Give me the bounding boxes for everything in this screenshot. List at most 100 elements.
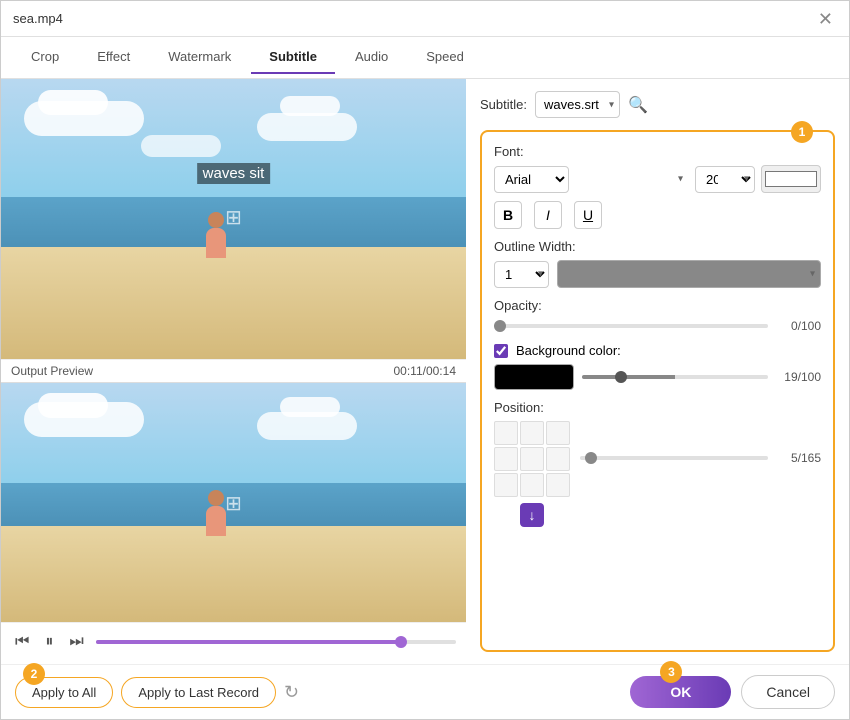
opacity-value: 0/100 bbox=[776, 319, 821, 333]
figure-body-top bbox=[206, 228, 226, 258]
position-value: 5/165 bbox=[776, 451, 821, 465]
tab-effect[interactable]: Effect bbox=[79, 41, 148, 74]
font-size-wrapper: 20 bbox=[695, 166, 755, 193]
pause-button[interactable]: ⏸ bbox=[41, 631, 57, 653]
outline-color-swatch[interactable] bbox=[557, 260, 821, 288]
prev-button[interactable]: ⏮ bbox=[11, 631, 33, 653]
format-row: B I U bbox=[494, 201, 821, 229]
opacity-slider-row: 0/100 bbox=[494, 319, 821, 333]
pos-cell-mc[interactable] bbox=[520, 447, 544, 471]
pos-cell-br[interactable] bbox=[546, 473, 570, 497]
window-title: sea.mp4 bbox=[13, 11, 63, 26]
position-grid-col: ↓ bbox=[494, 421, 570, 527]
figure-top bbox=[206, 212, 226, 258]
outline-width-wrapper: 1 bbox=[494, 261, 549, 288]
opacity-label: Opacity: bbox=[494, 298, 821, 313]
outline-label: Outline Width: bbox=[494, 239, 821, 254]
search-button[interactable]: 🔍 bbox=[628, 95, 648, 115]
cloud-5 bbox=[141, 135, 221, 157]
titlebar: sea.mp4 ✕ bbox=[1, 1, 849, 37]
position-grid bbox=[494, 421, 570, 497]
underline-button[interactable]: U bbox=[574, 201, 602, 229]
pos-down-container: ↓ bbox=[494, 503, 570, 527]
position-slider[interactable] bbox=[580, 456, 768, 460]
cloud-3 bbox=[257, 113, 357, 141]
font-size-select[interactable]: 20 bbox=[695, 166, 755, 193]
next-button[interactable]: ⏭ bbox=[65, 631, 87, 653]
pos-cell-mr[interactable] bbox=[546, 447, 570, 471]
progress-bar[interactable] bbox=[96, 640, 456, 644]
outline-row: 1 bbox=[494, 260, 821, 288]
bg-slider-row: 19/100 bbox=[494, 364, 821, 390]
apply-section: 2 Apply to All Apply to Last Record ↻ bbox=[15, 677, 299, 708]
bold-button[interactable]: B bbox=[494, 201, 522, 229]
position-label: Position: bbox=[494, 400, 821, 415]
trim-icon-bottom: ⊞ bbox=[225, 491, 242, 516]
position-slider-col: 5/165 bbox=[580, 421, 821, 465]
figure-body-bottom bbox=[206, 506, 226, 536]
playback-controls: ⏮ ⏸ ⏭ bbox=[1, 622, 466, 661]
trim-icon-top: ⊞ bbox=[225, 205, 242, 230]
pos-cell-bc[interactable] bbox=[520, 473, 544, 497]
bg-opacity-slider[interactable] bbox=[582, 375, 768, 379]
settings-box: 1 Font: Arial 20 bbox=[480, 130, 835, 652]
progress-thumb bbox=[395, 636, 407, 648]
sand-bottom bbox=[1, 526, 466, 622]
bg-color-swatch[interactable] bbox=[494, 364, 574, 390]
pos-cell-tc[interactable] bbox=[520, 421, 544, 445]
pos-cell-ml[interactable] bbox=[494, 447, 518, 471]
font-label: Font: bbox=[494, 144, 821, 159]
refresh-button[interactable]: ↻ bbox=[284, 682, 299, 703]
sand-top bbox=[1, 247, 466, 359]
opacity-slider[interactable] bbox=[494, 324, 768, 328]
app-window: sea.mp4 ✕ Crop Effect Watermark Subtitle… bbox=[0, 0, 850, 720]
font-row: Arial 20 bbox=[494, 165, 821, 193]
tab-speed[interactable]: Speed bbox=[408, 41, 482, 74]
cloud-2 bbox=[38, 90, 108, 115]
font-family-select[interactable]: Arial bbox=[494, 166, 569, 193]
preview-label: Output Preview 00:11/00:14 bbox=[1, 359, 466, 382]
italic-button[interactable]: I bbox=[534, 201, 562, 229]
subtitle-row: Subtitle: waves.srt 🔍 bbox=[480, 91, 835, 118]
close-button[interactable]: ✕ bbox=[814, 8, 837, 30]
progress-fill bbox=[96, 640, 402, 644]
figure-head-bottom bbox=[208, 490, 224, 506]
figure-bottom bbox=[206, 490, 226, 536]
outline-color-wrapper bbox=[557, 260, 821, 288]
bg-opacity-value: 19/100 bbox=[776, 370, 821, 384]
subtitle-select-wrapper: waves.srt bbox=[535, 91, 620, 118]
subtitle-select[interactable]: waves.srt bbox=[535, 91, 620, 118]
outline-width-select[interactable]: 1 bbox=[494, 261, 549, 288]
main-content: waves sit ⊞ Output Preview 00:11/00:14 bbox=[1, 79, 849, 664]
pos-cell-bl[interactable] bbox=[494, 473, 518, 497]
pos-cell-tl[interactable] bbox=[494, 421, 518, 445]
cancel-button[interactable]: Cancel bbox=[741, 675, 835, 709]
bg-color-checkbox[interactable] bbox=[494, 344, 508, 358]
badge-2: 2 bbox=[23, 663, 45, 685]
badge-1: 1 bbox=[791, 121, 813, 143]
tab-subtitle[interactable]: Subtitle bbox=[251, 41, 335, 74]
apply-last-button[interactable]: Apply to Last Record bbox=[121, 677, 276, 708]
beach-scene-bottom: ⊞ bbox=[1, 383, 466, 622]
time-display: 00:11/00:14 bbox=[393, 364, 456, 378]
tab-watermark[interactable]: Watermark bbox=[150, 41, 249, 74]
pos-down-button[interactable]: ↓ bbox=[520, 503, 544, 527]
subtitle-label: Subtitle: bbox=[480, 97, 527, 112]
subtitle-overlay-top: waves sit bbox=[197, 163, 271, 184]
subtitle-text-top: waves sit bbox=[203, 165, 265, 182]
cloud-b4 bbox=[280, 397, 340, 417]
font-family-wrapper: Arial bbox=[494, 166, 689, 193]
left-panel: waves sit ⊞ Output Preview 00:11/00:14 bbox=[1, 79, 466, 664]
tab-audio[interactable]: Audio bbox=[337, 41, 406, 74]
right-panel: Subtitle: waves.srt 🔍 1 Font: Arial bbox=[466, 79, 849, 664]
tab-bar: Crop Effect Watermark Subtitle Audio Spe… bbox=[1, 37, 849, 79]
ok-button[interactable]: OK bbox=[630, 676, 731, 708]
font-color-picker[interactable] bbox=[761, 165, 821, 193]
bg-color-label: Background color: bbox=[516, 343, 621, 358]
bg-color-row: Background color: bbox=[494, 343, 821, 358]
preview-top: waves sit ⊞ bbox=[1, 79, 466, 359]
tab-crop[interactable]: Crop bbox=[13, 41, 77, 74]
pos-cell-tr[interactable] bbox=[546, 421, 570, 445]
figure-head-top bbox=[208, 212, 224, 228]
ok-cancel-section: 3 OK Cancel bbox=[630, 675, 835, 709]
